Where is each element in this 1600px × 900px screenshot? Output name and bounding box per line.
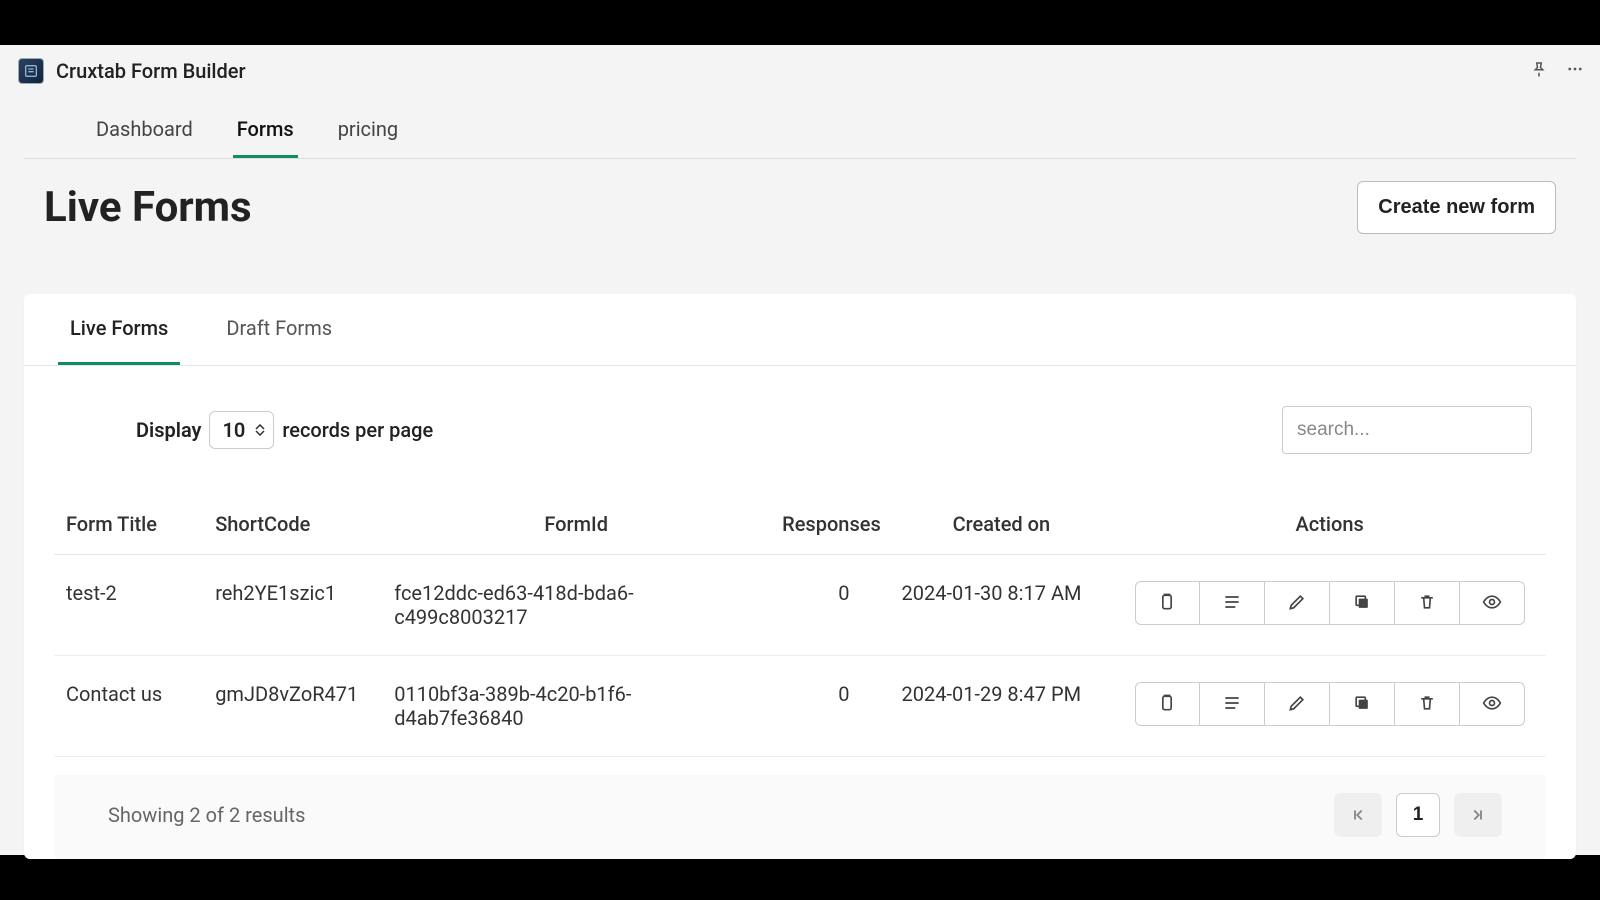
table-footer: Showing 2 of 2 results 1	[54, 775, 1546, 859]
action-edit-button[interactable]	[1265, 682, 1330, 726]
select-arrows-icon	[255, 424, 265, 436]
cell-formid: 0110bf3a-389b-4c20-b1f6-d4ab7fe36840	[382, 656, 770, 757]
display-suffix: records per page	[282, 418, 433, 442]
sub-tab-live-forms[interactable]: Live Forms	[58, 294, 180, 365]
create-form-button[interactable]: Create new form	[1357, 181, 1556, 234]
display-count-select[interactable]: 10	[209, 411, 274, 449]
clipboard-icon	[1157, 693, 1177, 716]
action-list-button[interactable]	[1200, 581, 1265, 625]
action-edit-button[interactable]	[1265, 581, 1330, 625]
table-row: Contact usgmJD8vZoR4710110bf3a-389b-4c20…	[54, 656, 1546, 757]
th-actions: Actions	[1113, 494, 1546, 555]
pager: 1	[1334, 793, 1502, 837]
forms-table: Form Title ShortCode FormId Responses Cr…	[54, 494, 1546, 757]
th-form-title: Form Title	[54, 494, 203, 555]
action-trash-button[interactable]	[1395, 581, 1460, 625]
search-input[interactable]	[1282, 406, 1532, 454]
cell-responses: 0	[770, 555, 889, 656]
list-icon	[1222, 592, 1242, 615]
cell-shortcode: reh2YE1szic1	[203, 555, 382, 656]
action-eye-button[interactable]	[1460, 682, 1525, 726]
nav-tab-pricing[interactable]: pricing	[334, 107, 402, 158]
pin-icon[interactable]	[1530, 60, 1548, 82]
main-nav: Dashboard Forms pricing	[24, 107, 1576, 159]
action-copy-button[interactable]	[1330, 682, 1395, 726]
trash-icon	[1417, 693, 1437, 716]
pager-first-button[interactable]	[1334, 793, 1382, 837]
cell-title: test-2	[54, 555, 203, 656]
action-copy-button[interactable]	[1330, 581, 1395, 625]
display-controls: Display 10 records per page	[136, 411, 433, 449]
sub-tabs: Live Forms Draft Forms	[24, 294, 1576, 366]
copy-icon	[1352, 592, 1372, 615]
sub-tab-draft-forms[interactable]: Draft Forms	[214, 294, 344, 365]
th-shortcode: ShortCode	[203, 494, 382, 555]
action-clipboard-button[interactable]	[1135, 682, 1200, 726]
th-formid: FormId	[382, 494, 770, 555]
app-logo-icon	[18, 58, 44, 84]
action-eye-button[interactable]	[1460, 581, 1525, 625]
cell-responses: 0	[770, 656, 889, 757]
cell-formid: fce12ddc-ed63-418d-bda6-c499c8003217	[382, 555, 770, 656]
action-trash-button[interactable]	[1395, 682, 1460, 726]
action-clipboard-button[interactable]	[1135, 581, 1200, 625]
cell-created: 2024-01-30 8:17 AM	[889, 555, 1113, 656]
list-icon	[1222, 693, 1242, 716]
titlebar: Cruxtab Form Builder	[0, 45, 1600, 97]
action-list-button[interactable]	[1200, 682, 1265, 726]
clipboard-icon	[1157, 592, 1177, 615]
cell-actions	[1113, 555, 1546, 656]
nav-tab-dashboard[interactable]: Dashboard	[92, 107, 197, 158]
cell-shortcode: gmJD8vZoR471	[203, 656, 382, 757]
edit-icon	[1287, 693, 1307, 716]
cell-title: Contact us	[54, 656, 203, 757]
nav-tab-forms[interactable]: Forms	[233, 107, 298, 158]
edit-icon	[1287, 592, 1307, 615]
page-title: Live Forms	[44, 183, 252, 232]
display-prefix: Display	[136, 418, 201, 442]
cell-created: 2024-01-29 8:47 PM	[889, 656, 1113, 757]
display-count-value: 10	[222, 418, 245, 442]
th-responses: Responses	[770, 494, 889, 555]
trash-icon	[1417, 592, 1437, 615]
more-icon[interactable]	[1566, 60, 1584, 82]
table-row: test-2reh2YE1szic1fce12ddc-ed63-418d-bda…	[54, 555, 1546, 656]
forms-card: Live Forms Draft Forms Display 10 record…	[24, 294, 1576, 859]
results-text: Showing 2 of 2 results	[108, 803, 305, 827]
eye-icon	[1482, 592, 1502, 615]
app-title: Cruxtab Form Builder	[56, 59, 246, 83]
cell-actions	[1113, 656, 1546, 757]
pager-last-button[interactable]	[1454, 793, 1502, 837]
pager-page-1[interactable]: 1	[1396, 793, 1440, 837]
th-created: Created on	[889, 494, 1113, 555]
copy-icon	[1352, 693, 1372, 716]
eye-icon	[1482, 693, 1502, 716]
